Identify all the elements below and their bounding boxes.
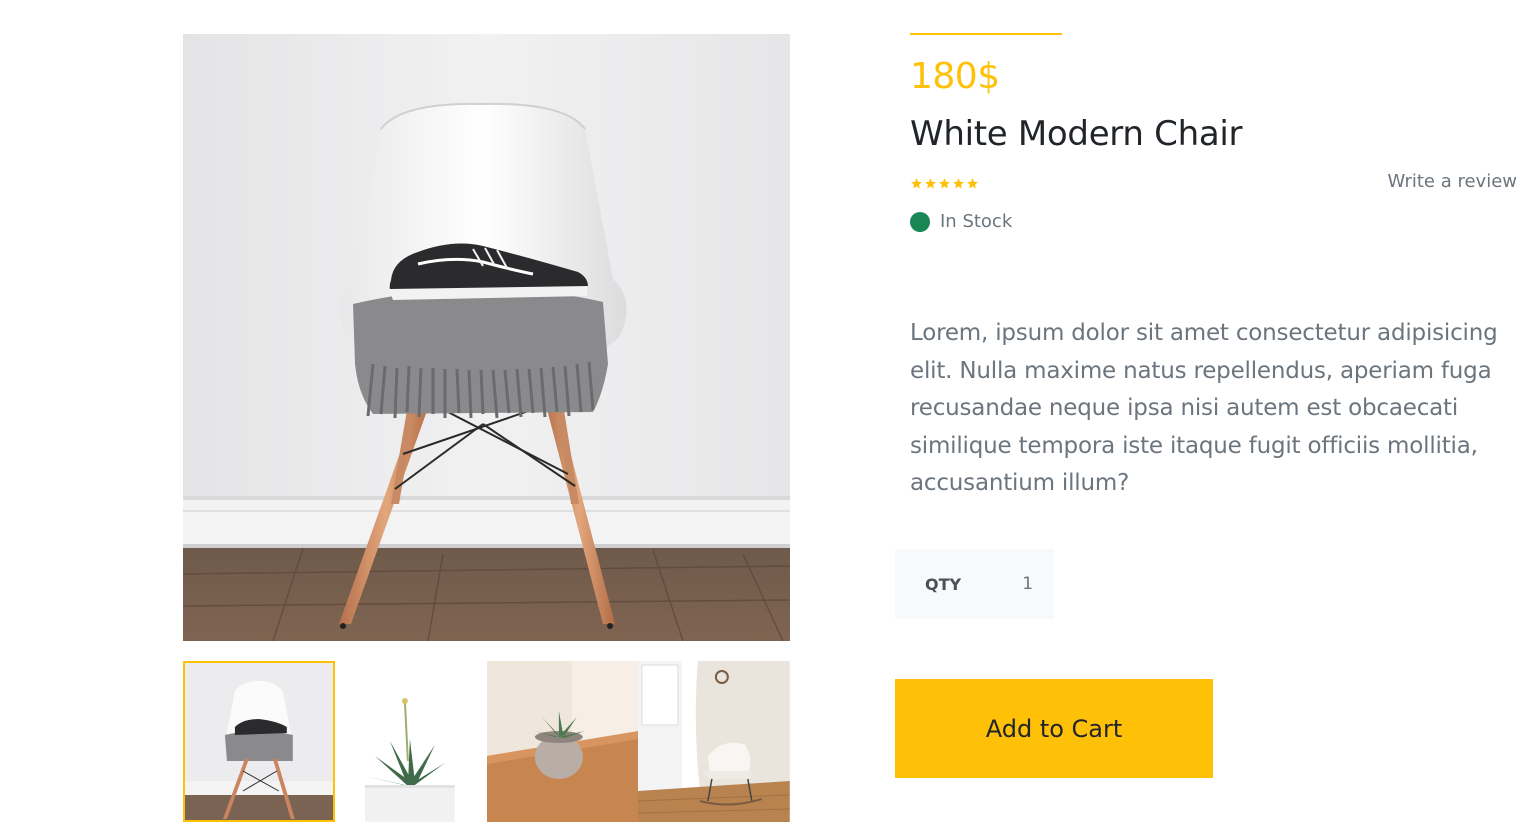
rocking-chair-thumbnail-image <box>638 661 790 822</box>
thumbnail-aloe-plant[interactable] <box>334 661 487 822</box>
product-price: 180$ <box>910 56 1000 97</box>
aloe-thumbnail-image <box>334 661 487 822</box>
quantity-label: QTY <box>925 574 962 594</box>
succulent-thumbnail-image <box>486 661 639 822</box>
product-title: White Modern Chair <box>910 114 1243 154</box>
quantity-input[interactable] <box>973 574 1034 594</box>
star-icon <box>953 178 964 189</box>
star-icon <box>925 178 936 189</box>
thumbnail-rocking-chair[interactable] <box>638 661 790 822</box>
thumbnail-chair[interactable] <box>183 661 335 822</box>
thumbnail-strip <box>183 661 790 822</box>
chair-photo <box>183 34 790 641</box>
write-review-link[interactable]: Write a review <box>1387 171 1517 192</box>
quantity-selector: QTY <box>895 549 1054 619</box>
chair-thumbnail-image <box>183 661 335 822</box>
accent-divider <box>910 33 1062 35</box>
stock-status: In Stock <box>910 211 1012 232</box>
star-icon <box>967 178 978 189</box>
add-to-cart-button[interactable]: Add to Cart <box>895 679 1213 778</box>
star-icon <box>911 178 922 189</box>
stock-status-text: In Stock <box>940 211 1013 232</box>
star-rating <box>910 177 979 190</box>
star-icon <box>939 178 950 189</box>
in-stock-indicator-icon <box>910 211 930 232</box>
main-product-image <box>183 34 790 641</box>
product-description: Lorem, ipsum dolor sit amet consectetur … <box>910 320 1498 496</box>
thumbnail-succulent[interactable] <box>486 661 639 822</box>
